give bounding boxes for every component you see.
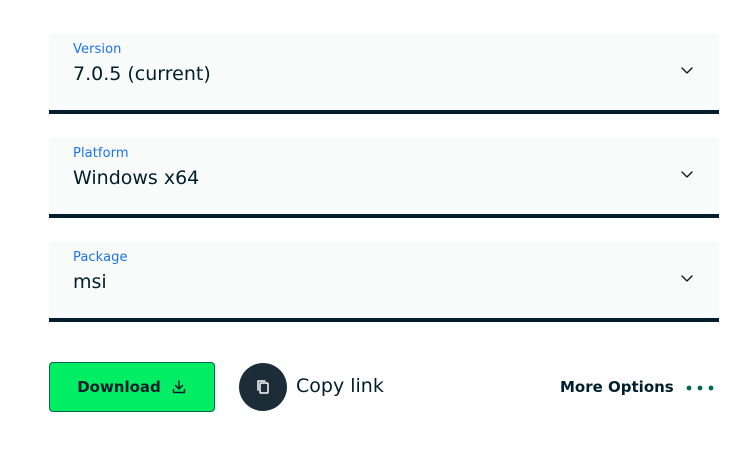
- version-select[interactable]: Version 7.0.5 (current): [49, 34, 719, 114]
- copy-link-button[interactable]: [239, 363, 287, 411]
- download-button[interactable]: Download: [49, 362, 215, 412]
- version-label: Version: [73, 42, 122, 57]
- chevron-down-icon: [681, 67, 693, 74]
- copy-link-label[interactable]: Copy link: [296, 375, 384, 397]
- more-options-link[interactable]: More Options: [560, 378, 674, 396]
- package-value: msi: [73, 271, 107, 293]
- platform-value: Windows x64: [73, 167, 200, 189]
- package-label: Package: [73, 250, 128, 265]
- version-value: 7.0.5 (current): [73, 63, 211, 85]
- download-button-label: Download: [77, 378, 161, 396]
- more-dots-icon[interactable]: [686, 384, 714, 392]
- download-panel: Version 7.0.5 (current) Platform Windows…: [0, 0, 750, 460]
- chevron-down-icon: [681, 171, 693, 178]
- download-icon: [172, 380, 186, 394]
- copy-icon: [257, 380, 269, 394]
- package-select[interactable]: Package msi: [49, 242, 719, 322]
- chevron-down-icon: [681, 275, 693, 282]
- platform-select[interactable]: Platform Windows x64: [49, 138, 719, 218]
- platform-label: Platform: [73, 146, 129, 161]
